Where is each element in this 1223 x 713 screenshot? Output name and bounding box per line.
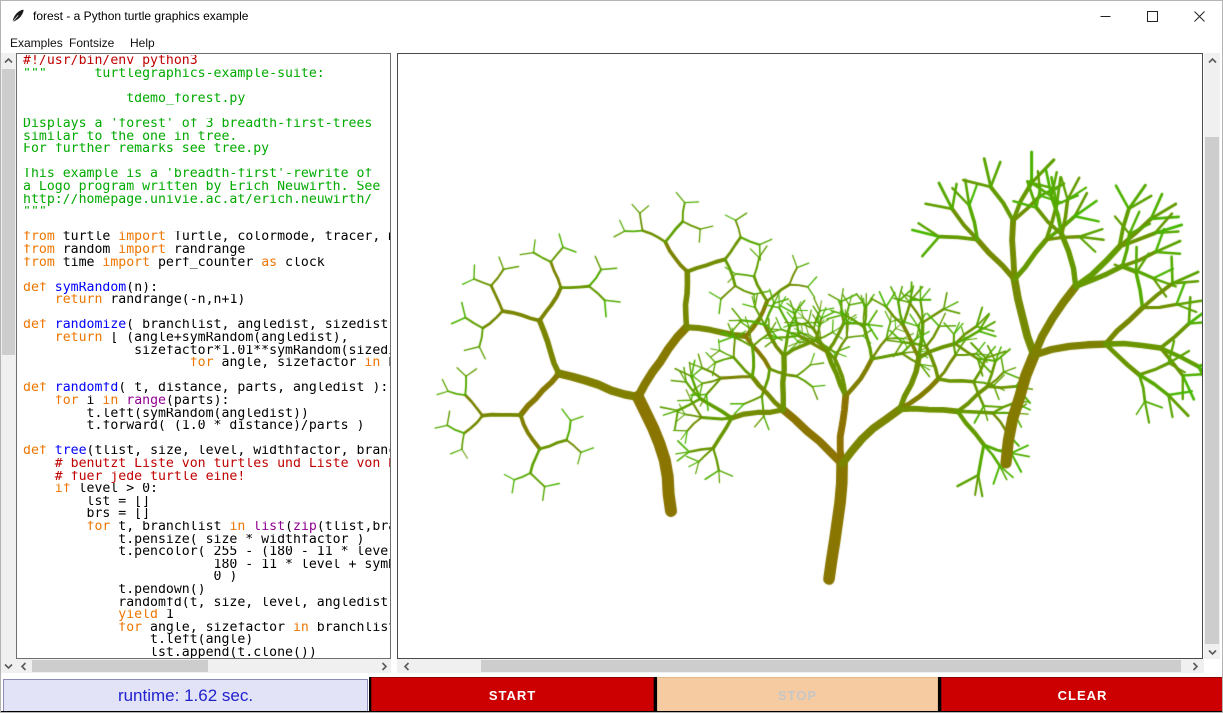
code-line: def tree(tlist, size, level, widthfactor… (23, 445, 391, 458)
code-line: """ (23, 206, 391, 219)
code-line (23, 370, 391, 383)
code-line: t.forward( (1.0 * distance)/parts ) (23, 420, 391, 433)
code-line: t.left(symRandom(angledist)) (23, 408, 391, 421)
code-vertical-scrollbar[interactable] (1, 53, 16, 673)
runtime-label: runtime: 1.62 sec. (3, 679, 368, 712)
code-line: from turtle import Turtle, colormode, tr… (23, 231, 391, 244)
code-line: for t, branchlist in list(zip(tlist,bran… (23, 521, 391, 534)
code-horizontal-scrollbar[interactable] (16, 659, 391, 673)
code-line: from random import randrange (23, 244, 391, 257)
code-line: t.left(angle) (23, 634, 391, 647)
code-line (23, 156, 391, 169)
code-line (23, 80, 391, 93)
scrollbar-thumb[interactable] (1205, 137, 1219, 645)
code-line: 0 ) (23, 571, 391, 584)
canvas-horizontal-scrollbar[interactable] (397, 659, 1204, 673)
code-line: return randrange(-n,n+1) (23, 294, 391, 307)
code-line: Displays a 'forest' of 3 breadth-first-t… (23, 118, 391, 131)
scrollbar-thumb[interactable] (32, 660, 208, 672)
code-line: yield 1 (23, 609, 391, 622)
scroll-right-icon[interactable] (376, 659, 391, 673)
scroll-up-icon[interactable] (1, 53, 16, 68)
scroll-up-icon[interactable] (1204, 53, 1220, 68)
title-bar[interactable]: forest - a Python turtle graphics exampl… (1, 1, 1222, 31)
code-line: t.pensize( size * widthfactor ) (23, 534, 391, 547)
menu-examples[interactable]: Examples (5, 34, 68, 52)
python-feather-icon (10, 8, 26, 24)
scroll-down-icon[interactable] (1204, 644, 1220, 659)
code-line: t.pencolor( 255 - (180 - 11 * level + sy… (23, 546, 391, 559)
code-line: lst = [] (23, 496, 391, 509)
code-line: randomfd(t, size, level, angledist) (23, 597, 391, 610)
menu-fontsize[interactable]: Fontsize (64, 34, 119, 52)
turtle-canvas (398, 54, 1202, 658)
code-line: lst.append(t.clone()) (23, 647, 391, 659)
code-line: from time import perf_counter as clock (23, 257, 391, 270)
scrollbar-thumb[interactable] (2, 69, 15, 355)
code-line (23, 219, 391, 232)
close-icon (1194, 11, 1205, 22)
code-line: return [ (angle+symRandom(angledist), (23, 332, 391, 345)
code-line: def symRandom(n): (23, 282, 391, 295)
code-line: This example is a 'breadth-first'-rewrit… (23, 168, 391, 181)
code-line: a Logo program written by Erich Neuwirth… (23, 181, 391, 194)
stop-button[interactable]: STOP (657, 677, 938, 713)
close-button[interactable] (1176, 1, 1222, 31)
code-line: """ turtlegraphics-example-suite: (23, 68, 391, 81)
code-line: for angle, sizefactor in branchlist ] (23, 357, 391, 370)
app-window: forest - a Python turtle graphics exampl… (0, 0, 1223, 713)
minimize-button[interactable] (1082, 1, 1128, 31)
code-line: #!/usr/bin/env python3 (23, 55, 391, 68)
code-line: for i in range(parts): (23, 395, 391, 408)
scrollbar-thumb[interactable] (481, 660, 1181, 672)
scroll-left-icon[interactable] (16, 659, 31, 673)
code-line: def randomfd( t, distance, parts, angled… (23, 382, 391, 395)
code-line (23, 269, 391, 282)
start-button[interactable]: START (371, 677, 654, 713)
code-line: sizefactor*1.01**symRandom(sizedist)) (23, 345, 391, 358)
code-line (23, 105, 391, 118)
scroll-right-icon[interactable] (1187, 659, 1202, 673)
code-line: # fuer jede turtle eine! (23, 471, 391, 484)
code-line: similar to the one in tree. (23, 131, 391, 144)
code-line: http://homepage.univie.ac.at/erich.neuwi… (23, 194, 391, 207)
canvas-vertical-scrollbar[interactable] (1204, 53, 1220, 659)
minimize-icon (1100, 11, 1111, 22)
code-lines: #!/usr/bin/env python3""" turtlegraphics… (23, 55, 391, 659)
window-title: forest - a Python turtle graphics exampl… (33, 9, 248, 23)
code-line: For further remarks see tree.py (23, 143, 391, 156)
maximize-icon (1147, 11, 1158, 22)
scroll-down-icon[interactable] (1, 658, 16, 673)
code-line: 180 - 11 * level + symRandom(15), (23, 559, 391, 572)
code-line: t.pendown() (23, 584, 391, 597)
code-line: if level > 0: (23, 483, 391, 496)
canvas-frame (397, 53, 1203, 659)
scroll-left-icon[interactable] (399, 659, 414, 673)
clear-button[interactable]: CLEAR (941, 677, 1223, 713)
menu-help[interactable]: Help (125, 34, 160, 52)
code-line (23, 307, 391, 320)
code-line: brs = [] (23, 508, 391, 521)
code-line: for angle, sizefactor in branchlist: (23, 622, 391, 635)
code-line: def randomize( branchlist, angledist, si… (23, 319, 391, 332)
menu-bar: Examples Fontsize Help (1, 31, 1222, 53)
code-line: # benutzt Liste von turtles und Liste vo… (23, 458, 391, 471)
maximize-button[interactable] (1129, 1, 1175, 31)
code-line: tdemo_forest.py (23, 93, 391, 106)
code-pane[interactable]: #!/usr/bin/env python3""" turtlegraphics… (16, 53, 391, 659)
code-line (23, 433, 391, 446)
